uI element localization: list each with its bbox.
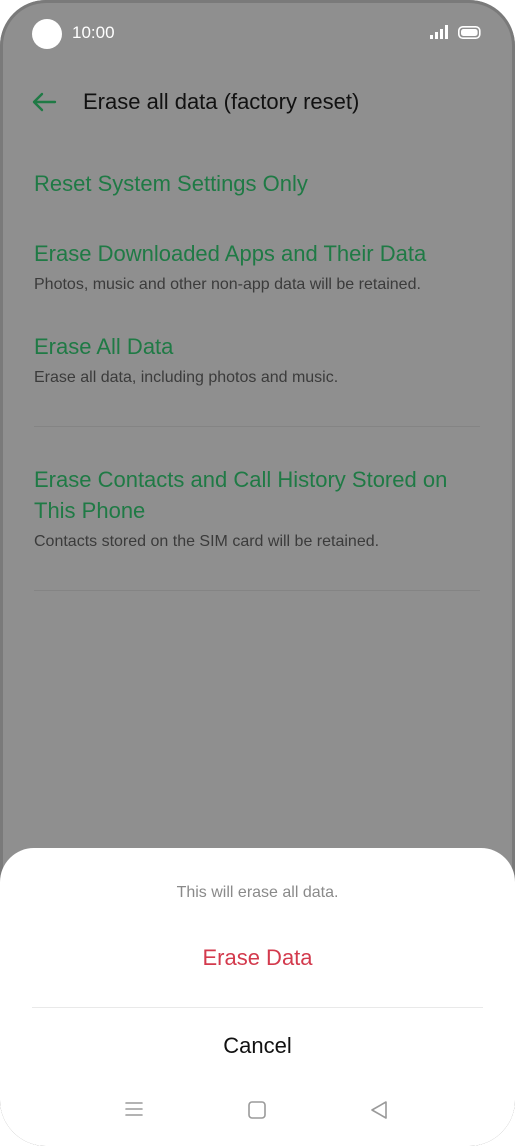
option-title-line1: Erase Contacts and Call History Stored o… (34, 467, 448, 492)
phone-screen: 10:00 Erase all data (factory reset) Res… (0, 0, 515, 1146)
triangle-back-icon[interactable] (369, 1100, 389, 1120)
option-erase-downloaded-apps[interactable]: Erase Downloaded Apps and Their Data Pho… (34, 238, 484, 295)
page-title: Erase all data (factory reset) (83, 89, 360, 114)
signal-icon (430, 25, 448, 39)
option-title-line2: This Phone (34, 498, 146, 523)
bottom-sheet-dialog: This will erase all data. Erase Data Can… (0, 848, 515, 1146)
menu-icon[interactable] (124, 1100, 144, 1118)
option-subtitle: Contacts stored on the SIM card will be … (34, 533, 380, 550)
option-subtitle: Photos, music and other non-app data wil… (34, 276, 421, 293)
option-title: Erase All Data (34, 334, 174, 359)
option-subtitle: Erase all data, including photos and mus… (34, 369, 339, 386)
dialog-divider (32, 1007, 483, 1008)
option-erase-contacts[interactable]: Erase Contacts and Call History Stored o… (34, 464, 484, 552)
cancel-button[interactable]: Cancel (32, 1022, 483, 1070)
navigation-bar (0, 1098, 515, 1130)
option-reset-system-settings[interactable]: Reset System Settings Only (34, 168, 484, 199)
home-icon[interactable] (247, 1100, 267, 1120)
app-bar: Erase all data (factory reset) (0, 78, 515, 126)
dialog-message: This will erase all data. (176, 884, 339, 901)
option-title: Erase Downloaded Apps and Their Data (34, 241, 427, 266)
battery-icon (458, 26, 481, 39)
status-bar: 10:00 (0, 0, 515, 68)
option-title: Reset System Settings Only (34, 171, 308, 196)
divider (34, 590, 480, 591)
divider (34, 426, 480, 427)
front-camera (32, 19, 62, 49)
back-arrow-icon[interactable] (30, 88, 58, 116)
status-time: 10:00 (72, 23, 115, 42)
erase-data-button[interactable]: Erase Data (32, 934, 483, 982)
option-erase-all-data[interactable]: Erase All Data Erase all data, including… (34, 331, 484, 388)
